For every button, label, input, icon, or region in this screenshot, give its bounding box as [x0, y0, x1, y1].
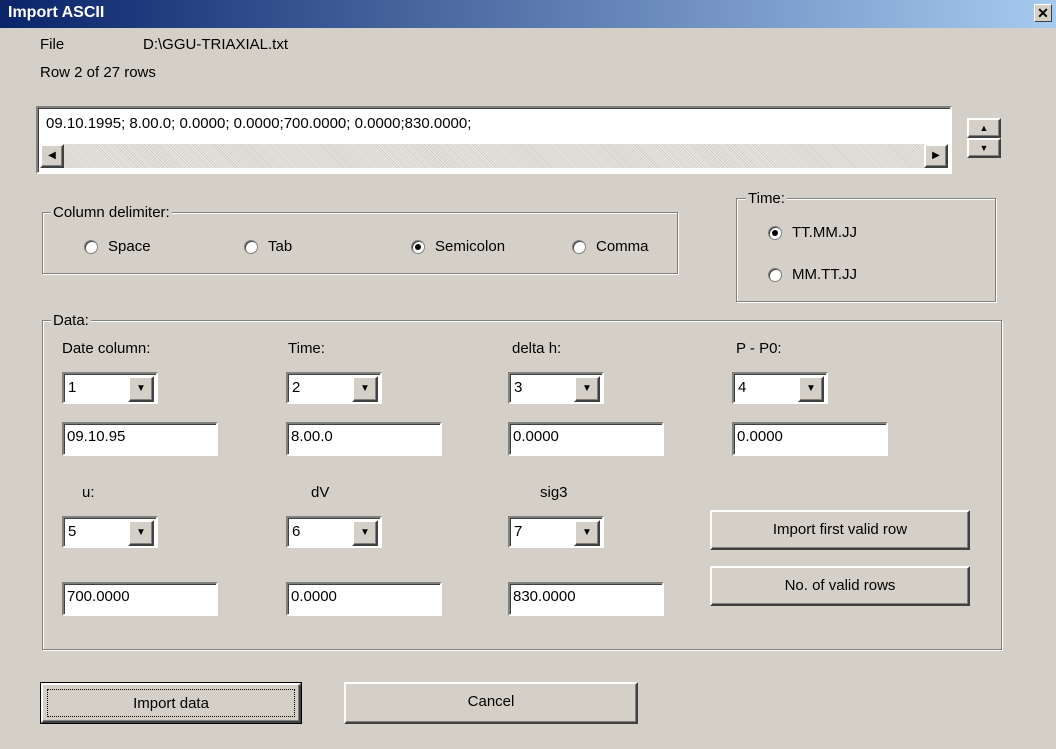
file-label: File	[40, 36, 65, 53]
chevron-down-icon: ▼	[582, 527, 592, 538]
arrow-left-icon: ◀	[48, 150, 56, 161]
preview-box[interactable]: 09.10.1995; 8.00.0; 0.0000; 0.0000;700.0…	[36, 106, 952, 174]
sig3-label: sig3	[540, 484, 568, 501]
row-info: Row 2 of 27 rows	[40, 64, 156, 81]
date-column-value-field[interactable]: 09.10.95	[62, 422, 218, 456]
u-label: u:	[82, 484, 95, 501]
close-button[interactable]: ✕	[1034, 4, 1052, 22]
time-column-dropdown-button[interactable]: ▼	[352, 376, 378, 402]
chevron-down-icon: ▼	[136, 527, 146, 538]
radio-space-indicator[interactable]	[84, 240, 98, 254]
no-of-valid-rows-button[interactable]: No. of valid rows	[710, 566, 970, 606]
delta-h-label: delta h:	[512, 340, 562, 357]
delta-h-select-value: 3	[514, 379, 523, 396]
p-p0-label: P - P0:	[736, 340, 782, 357]
u-select[interactable]: 5 ▼	[62, 516, 158, 548]
time-value-field[interactable]: 8.00.0	[286, 422, 442, 456]
chevron-down-icon: ▼	[360, 383, 370, 394]
p-p0-value-field[interactable]: 0.0000	[732, 422, 888, 456]
radio-mmttjj-indicator[interactable]	[768, 268, 782, 282]
import-data-button-frame[interactable]: Import data	[40, 682, 302, 724]
arrow-down-icon: ▼	[979, 143, 989, 153]
data-group-title: Data:	[51, 312, 91, 329]
dv-value-field[interactable]: 0.0000	[286, 582, 442, 616]
u-value-field[interactable]: 700.0000	[62, 582, 218, 616]
chevron-down-icon: ▼	[136, 383, 146, 394]
radio-comma-indicator[interactable]	[572, 240, 586, 254]
file-path: D:\GGU-TRIAXIAL.txt	[143, 36, 289, 53]
dv-select-value: 6	[292, 523, 301, 540]
radio-space-label: Space	[108, 238, 151, 255]
row-down-button[interactable]: ▼	[967, 138, 1001, 158]
import-data-label: Import data	[47, 689, 295, 717]
radio-ttmmjj-indicator[interactable]	[768, 226, 782, 240]
dv-select[interactable]: 6 ▼	[286, 516, 382, 548]
chevron-down-icon: ▼	[360, 527, 370, 538]
column-delimiter-title: Column delimiter:	[51, 204, 172, 221]
cancel-button[interactable]: Cancel	[344, 682, 638, 724]
window-title: Import ASCII	[8, 4, 105, 21]
preview-line: 09.10.1995; 8.00.0; 0.0000; 0.0000;700.0…	[46, 115, 472, 132]
import-data-button[interactable]: Import data	[41, 683, 301, 723]
delta-h-value-field[interactable]: 0.0000	[508, 422, 664, 456]
scroll-left-button[interactable]: ◀	[40, 144, 64, 168]
radio-semicolon-label: Semicolon	[435, 238, 506, 255]
sig3-dropdown-button[interactable]: ▼	[574, 520, 600, 546]
import-first-valid-row-button[interactable]: Import first valid row	[710, 510, 970, 550]
chevron-down-icon: ▼	[582, 383, 592, 394]
radio-tab-label: Tab	[268, 238, 293, 255]
u-dropdown-button[interactable]: ▼	[128, 520, 154, 546]
sig3-value-field[interactable]: 830.0000	[508, 582, 664, 616]
u-select-value: 5	[68, 523, 77, 540]
time-column-select-value: 2	[292, 379, 301, 396]
time-format-title: Time:	[746, 190, 787, 207]
horizontal-scrollbar[interactable]: ◀ ▶	[40, 144, 948, 168]
radio-ttmmjj-label: TT.MM.JJ	[792, 224, 857, 241]
row-up-button[interactable]: ▲	[967, 118, 1001, 138]
time-column-select[interactable]: 2 ▼	[286, 372, 382, 404]
dv-dropdown-button[interactable]: ▼	[352, 520, 378, 546]
date-column-select-value: 1	[68, 379, 77, 396]
time-format-group	[736, 198, 996, 302]
radio-mmttjj-label: MM.TT.JJ	[792, 266, 857, 283]
close-icon: ✕	[1037, 5, 1049, 21]
date-column-label: Date column:	[62, 340, 151, 357]
p-p0-select[interactable]: 4 ▼	[732, 372, 828, 404]
radio-comma-label: Comma	[596, 238, 649, 255]
date-column-dropdown-button[interactable]: ▼	[128, 376, 154, 402]
p-p0-select-value: 4	[738, 379, 747, 396]
title-bar[interactable]	[0, 0, 1056, 28]
chevron-down-icon: ▼	[806, 383, 816, 394]
p-p0-dropdown-button[interactable]: ▼	[798, 376, 824, 402]
dv-label: dV	[311, 484, 330, 501]
delta-h-dropdown-button[interactable]: ▼	[574, 376, 600, 402]
date-column-select[interactable]: 1 ▼	[62, 372, 158, 404]
radio-semicolon-indicator[interactable]	[411, 240, 425, 254]
arrow-right-icon: ▶	[932, 150, 940, 161]
time-column-label: Time:	[288, 340, 325, 357]
sig3-select[interactable]: 7 ▼	[508, 516, 604, 548]
sig3-select-value: 7	[514, 523, 523, 540]
radio-tab-indicator[interactable]	[244, 240, 258, 254]
scroll-right-button[interactable]: ▶	[924, 144, 948, 168]
arrow-up-icon: ▲	[979, 123, 989, 133]
delta-h-select[interactable]: 3 ▼	[508, 372, 604, 404]
